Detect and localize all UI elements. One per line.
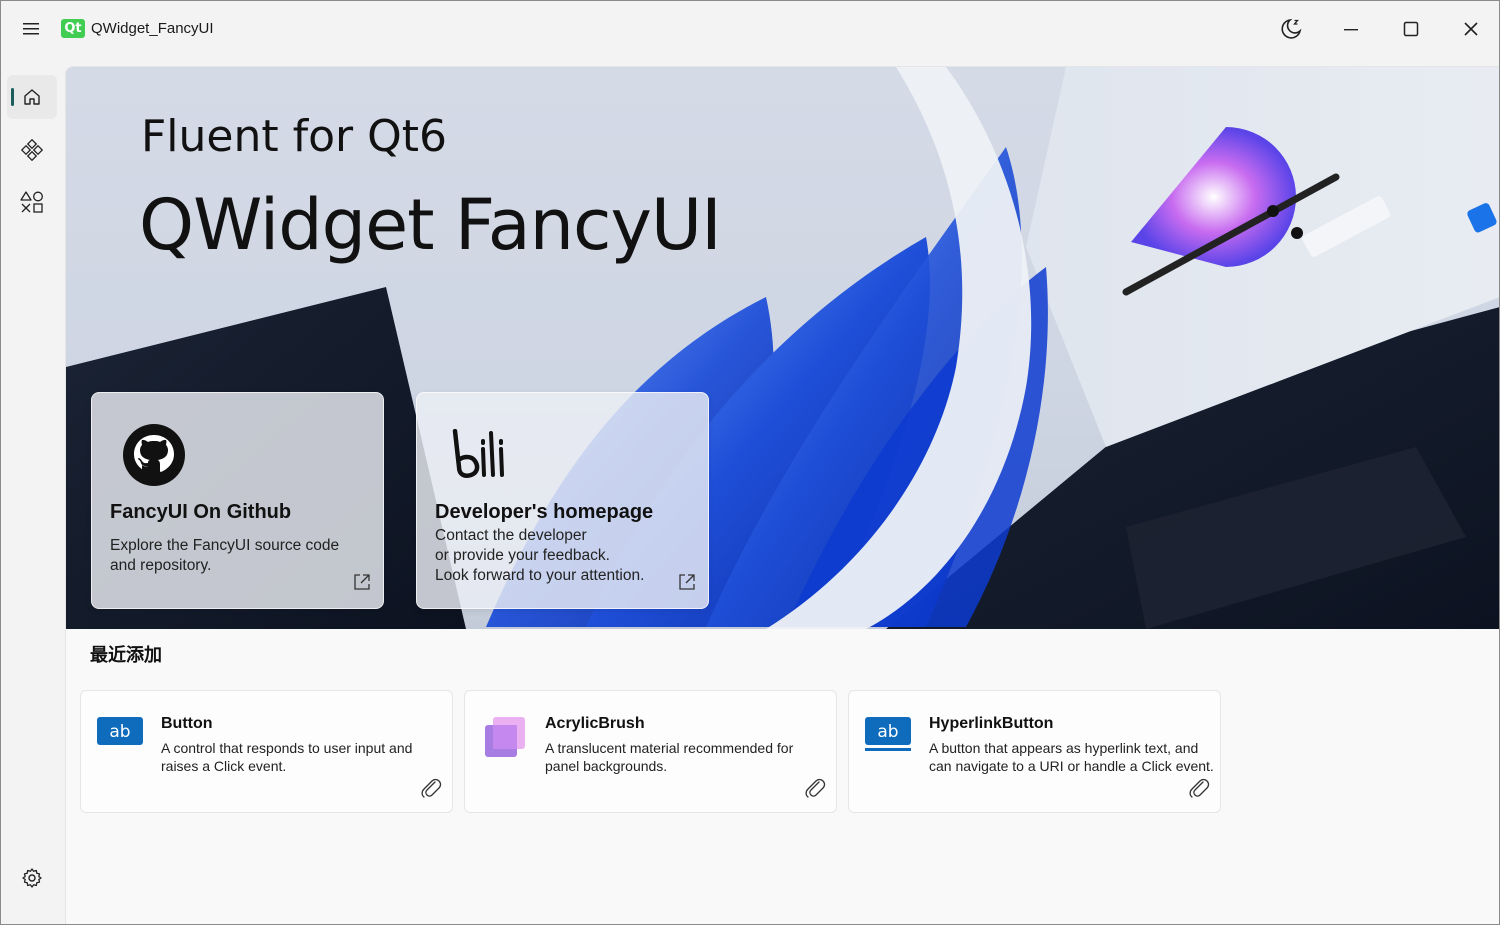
- sidebar-item-components[interactable]: [7, 128, 57, 172]
- recent-item-button[interactable]: ab Button A control that responds to use…: [80, 690, 453, 813]
- developer-homepage-card[interactable]: Developer's homepage Contact the develop…: [416, 392, 709, 609]
- theme-moon-icon[interactable]: [1271, 11, 1311, 47]
- hyperlink-button-icon: ab: [865, 717, 911, 758]
- close-icon[interactable]: [1451, 11, 1491, 47]
- home-icon: [24, 89, 40, 105]
- bilibili-icon: [452, 429, 504, 478]
- paperclip-icon[interactable]: [420, 777, 442, 804]
- github-icon: [123, 424, 185, 486]
- recent-item-title: AcrylicBrush: [545, 715, 645, 732]
- recent-item-description: A translucent material recommended for p…: [545, 740, 794, 774]
- maximize-icon[interactable]: [1391, 11, 1431, 47]
- qt-logo-icon: Qt: [61, 19, 85, 38]
- github-card-description: Explore the FancyUI source code and repo…: [110, 537, 340, 574]
- recent-section-heading: 最近添加: [90, 645, 162, 665]
- app-window: Qt QWidget_FancyUI Fluent for Qt6 QWidge…: [0, 0, 1500, 925]
- svg-text:ab: ab: [109, 722, 130, 742]
- github-card-title: FancyUI On Github: [110, 501, 292, 523]
- sidebar-item-settings[interactable]: [7, 856, 57, 900]
- acrylic-brush-icon: [483, 717, 527, 764]
- nav-selection-indicator: [11, 88, 14, 106]
- hero-banner: Fluent for Qt6 QWidget FancyUI FancyUI O…: [66, 67, 1499, 629]
- recent-item-description: A button that appears as hyperlink text,…: [929, 740, 1214, 774]
- settings-gear-icon: [22, 868, 42, 888]
- sidebar: [1, 57, 63, 924]
- svg-text:ab: ab: [877, 722, 898, 742]
- external-link-icon: [353, 573, 371, 596]
- button-control-icon: ab: [97, 717, 143, 754]
- external-link-icon: [678, 573, 696, 596]
- developer-card-description: Contact the developer or provide your fe…: [435, 527, 645, 584]
- shapes-icon: [20, 191, 43, 213]
- title-bar: Qt QWidget_FancyUI: [1, 1, 1499, 57]
- hero-title: QWidget FancyUI: [139, 184, 722, 266]
- window-title: QWidget_FancyUI: [91, 20, 214, 37]
- sidebar-item-home[interactable]: [7, 75, 57, 119]
- main-content: Fluent for Qt6 QWidget FancyUI FancyUI O…: [65, 66, 1499, 924]
- recent-item-description: A control that responds to user input an…: [161, 740, 413, 774]
- github-link-card[interactable]: FancyUI On Github Explore the FancyUI so…: [91, 392, 384, 609]
- hamburger-menu-icon[interactable]: [15, 15, 47, 43]
- developer-card-title: Developer's homepage: [435, 501, 654, 523]
- sidebar-item-shapes[interactable]: [7, 180, 57, 224]
- recent-item-acrylicbrush[interactable]: AcrylicBrush A translucent material reco…: [464, 690, 837, 813]
- recent-item-title: Button: [161, 715, 213, 732]
- recent-item-hyperlinkbutton[interactable]: ab HyperlinkButton A button that appears…: [848, 690, 1221, 813]
- minimize-icon[interactable]: [1331, 11, 1371, 47]
- paperclip-icon[interactable]: [1188, 777, 1210, 804]
- components-icon: [21, 139, 43, 161]
- recent-item-title: HyperlinkButton: [929, 715, 1054, 732]
- paperclip-icon[interactable]: [804, 777, 826, 804]
- hero-subtitle: Fluent for Qt6: [141, 111, 447, 162]
